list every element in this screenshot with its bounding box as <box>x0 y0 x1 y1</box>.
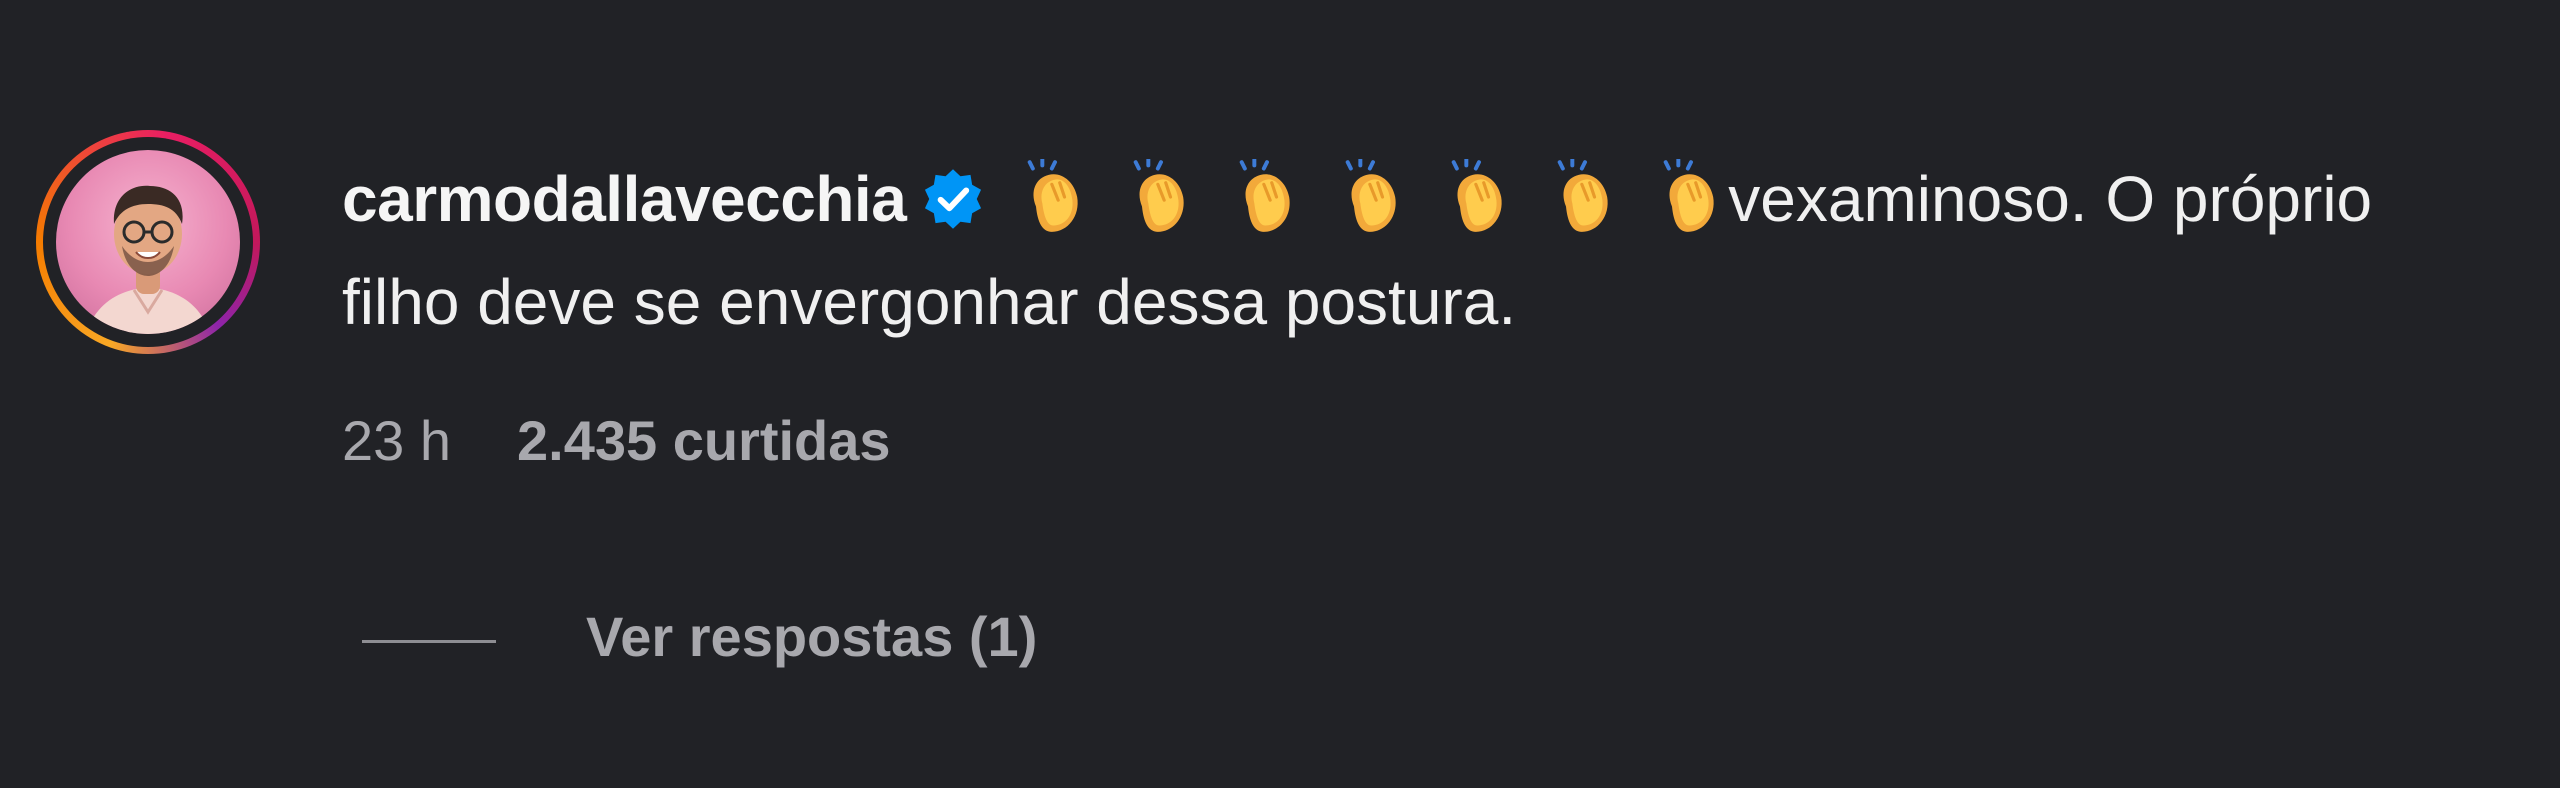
comment-meta: 23 h 2.435 curtidas <box>342 408 891 473</box>
clapping-hands-icon <box>1663 159 1714 232</box>
verified-badge-icon <box>925 169 982 229</box>
clap-emoji-group <box>1002 159 1728 235</box>
clapping-hands-icon <box>1345 159 1396 232</box>
clapping-hands-icon <box>1557 159 1608 232</box>
clapping-hands-icon <box>1451 159 1502 232</box>
replies-divider <box>362 640 496 643</box>
view-replies-button[interactable]: Ver respostas (1) <box>586 604 1037 669</box>
clapping-hands-icon <box>1027 159 1078 232</box>
avatar-photo <box>86 185 210 334</box>
clapping-hands-icon <box>1133 159 1184 232</box>
comment-username[interactable]: carmodallavecchia <box>342 163 907 235</box>
avatar-story-ring[interactable] <box>36 130 260 354</box>
comment-likes[interactable]: 2.435 curtidas <box>517 409 891 472</box>
clapping-hands-icon <box>1239 159 1290 232</box>
comment-time[interactable]: 23 h <box>342 409 451 472</box>
avatar[interactable] <box>56 150 240 334</box>
comment-text: carmodallavecchia vexaminoso. O próprio … <box>342 148 2442 354</box>
